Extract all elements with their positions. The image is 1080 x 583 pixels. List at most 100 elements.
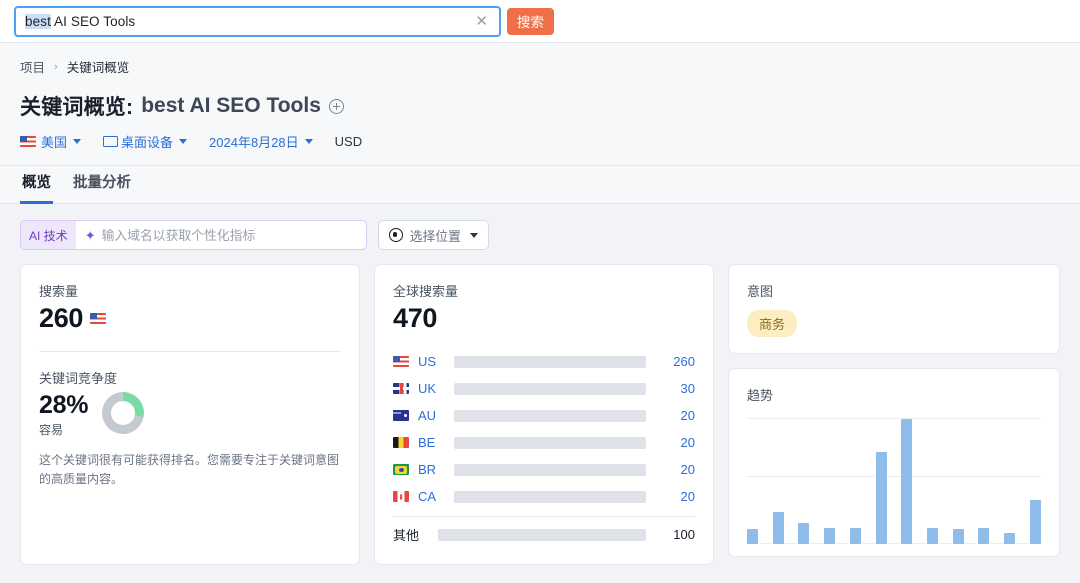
trend-bar: [824, 527, 836, 544]
other-divider: [393, 516, 695, 517]
location-select[interactable]: 选择位置: [377, 220, 489, 250]
intent-card: 意图 商务: [728, 264, 1060, 354]
country-code: AU: [418, 408, 437, 423]
filter-currency-label: USD: [334, 134, 363, 149]
other-value: 100: [673, 527, 695, 542]
search-input-text: best AI SEO Tools: [25, 13, 472, 29]
ai-toolbar: AI 技术 ✦ 选择位置: [0, 204, 1080, 264]
breadcrumb: 项目 › 关键词概览: [20, 57, 1060, 76]
keyword-difficulty-word: 容易: [39, 423, 64, 437]
trend-label: 趋势: [747, 388, 774, 403]
country-bar-track: [454, 382, 646, 395]
search-volume-label: 搜索量: [39, 284, 79, 299]
domain-input[interactable]: [101, 227, 357, 243]
keyword-difficulty-values: 28% 容易: [39, 390, 88, 438]
filter-country[interactable]: 美国: [20, 132, 82, 151]
country-row: UK 30: [393, 375, 695, 402]
trend-bar: [1029, 500, 1041, 544]
filter-device[interactable]: 桌面设备: [103, 132, 188, 151]
other-label: 其他: [393, 528, 420, 543]
chevron-down-icon: [304, 139, 313, 144]
filter-date[interactable]: 2024年8月28日: [209, 132, 313, 151]
filter-currency: USD: [335, 134, 362, 149]
global-volume-label: 全球搜索量: [393, 284, 459, 299]
plus-circle-icon[interactable]: [328, 98, 344, 114]
close-icon[interactable]: ✕: [472, 14, 491, 29]
country-row: BE 20: [393, 429, 695, 456]
right-column: 意图 商务 趋势: [728, 264, 1060, 565]
flag-us-icon: [20, 136, 36, 147]
ai-input-wrap: ✦: [76, 227, 366, 243]
trend-bar: [952, 529, 964, 544]
country-row: US 260: [393, 348, 695, 375]
page-title: 关键词概览: best AI SEO Tools: [20, 91, 1060, 121]
country-value: 20: [680, 408, 695, 423]
filter-bar: 美国 桌面设备 2024年8月28日 USD: [20, 132, 1060, 165]
flag-br-icon: [393, 464, 409, 475]
keyword-difficulty-donut: [102, 392, 145, 434]
keyword-difficulty-label: 关键词竞争度: [39, 371, 118, 386]
page-title-prefix: 关键词概览:: [20, 96, 134, 119]
country-row: CA 20: [393, 483, 695, 510]
country-value: 260: [673, 354, 695, 369]
keyword-difficulty-percent: 28%: [39, 391, 89, 419]
tab-bar: 概览 批量分析: [0, 166, 1080, 204]
country-value: 20: [680, 489, 695, 504]
chevron-down-icon: [469, 232, 478, 238]
country-value: 20: [680, 462, 695, 477]
intent-label: 意图: [747, 284, 774, 299]
trend-bar: [798, 522, 810, 544]
keyword-difficulty-description: 这个关键词很有可能获得排名。您需要专注于关键词意图的高质量内容。: [39, 453, 340, 487]
top-search-bar: best AI SEO Tools ✕ 搜索: [0, 0, 1080, 43]
breadcrumb-root[interactable]: 项目: [20, 57, 45, 76]
trend-bar: [849, 527, 861, 544]
flag-be-icon: [393, 437, 409, 448]
flag-ca-icon: [393, 491, 409, 502]
trend-bar: [772, 511, 784, 544]
country-row-other: 其他 100: [393, 521, 695, 548]
trend-card: 趋势: [728, 368, 1060, 557]
country-value: 30: [680, 381, 695, 396]
trend-bar: [927, 527, 939, 544]
tab-overview[interactable]: 概览: [20, 166, 53, 204]
global-volume-card: 全球搜索量 470 US 260 UK 30 AU 20 BE 20 BR 20 CA 20 其他 1…: [374, 264, 714, 565]
ai-badge: AI 技术: [21, 221, 76, 249]
flag-us-icon: [393, 356, 409, 367]
search-volume-value-row: 260: [39, 303, 341, 334]
country-row: AU 20: [393, 402, 695, 429]
country-code: UK: [418, 381, 437, 396]
flag-au-icon: [393, 410, 409, 421]
sparkles-icon: ✦: [84, 227, 96, 243]
trend-bar: [978, 527, 990, 544]
country-code: US: [418, 354, 437, 369]
other-bar-track: [438, 528, 646, 541]
page-header: 项目 › 关键词概览 关键词概览: best AI SEO Tools 美国 桌…: [0, 43, 1080, 166]
country-bar-track: [454, 463, 646, 476]
trend-chart: [747, 418, 1041, 544]
trend-bar: [901, 419, 913, 544]
flag-us-icon: [90, 313, 107, 324]
country-row: BR 20: [393, 456, 695, 483]
country-breakdown-list: US 260 UK 30 AU 20 BE 20 BR 20 CA 20: [393, 348, 695, 510]
search-button[interactable]: 搜索: [507, 7, 554, 35]
country-bar-track: [454, 490, 646, 503]
ai-domain-field[interactable]: AI 技术 ✦: [20, 220, 367, 250]
card-divider: [39, 351, 341, 352]
tab-bulk-analysis[interactable]: 批量分析: [71, 166, 133, 204]
filter-date-label: 2024年8月28日: [209, 135, 299, 150]
trend-bar: [1004, 532, 1016, 544]
search-rest-text: AI SEO Tools: [50, 13, 136, 29]
search-selected-text: best: [25, 13, 51, 29]
country-value: 20: [680, 435, 695, 450]
country-bar-track: [454, 436, 646, 449]
country-code: BR: [418, 462, 437, 477]
monitor-icon: [103, 136, 119, 147]
location-select-label: 选择位置: [409, 228, 461, 244]
country-code: BE: [418, 435, 436, 450]
search-volume-card: 搜索量 260 关键词竞争度 28% 容易 这个关键词很有可能获得排名。您需要专…: [20, 264, 360, 565]
search-volume-value: 260: [39, 303, 84, 333]
cards-grid: 搜索量 260 关键词竞争度 28% 容易 这个关键词很有可能获得排名。您需要专…: [0, 264, 1080, 565]
trend-bars: [747, 419, 1041, 544]
chevron-down-icon: [73, 139, 82, 144]
search-input[interactable]: best AI SEO Tools ✕: [14, 5, 501, 37]
